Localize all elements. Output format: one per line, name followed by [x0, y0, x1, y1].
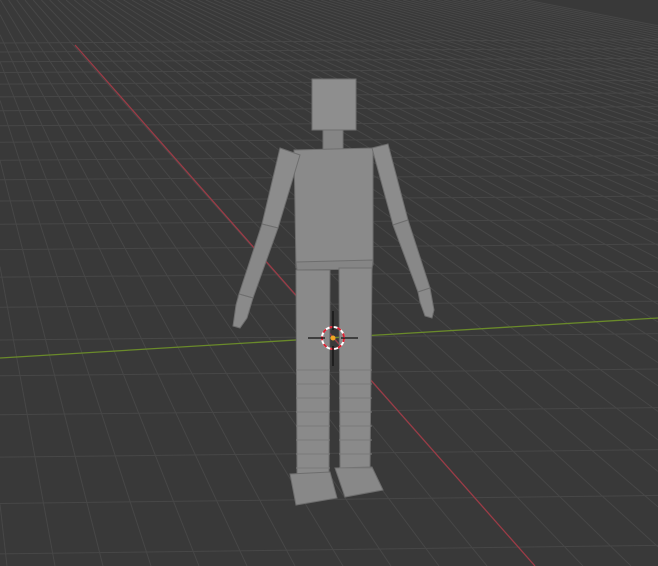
- grid-line: [246, 0, 658, 152]
- hand-right[interactable]: [417, 287, 435, 319]
- grid-line: [0, 100, 152, 566]
- head[interactable]: [311, 78, 357, 131]
- 3d-viewport[interactable]: [0, 0, 658, 566]
- grid-line: [0, 34, 248, 566]
- grid-line: [0, 61, 200, 566]
- grid-line: [443, 0, 658, 50]
- torso[interactable]: [293, 147, 374, 269]
- hand-left[interactable]: [232, 293, 254, 329]
- viewport-canvas[interactable]: [0, 0, 658, 566]
- leg-left[interactable]: [295, 269, 331, 476]
- forearm-right[interactable]: [392, 219, 431, 293]
- foot-right[interactable]: [334, 466, 384, 498]
- grid-line: [180, 0, 658, 223]
- grid-line: [394, 0, 658, 67]
- grid-line: [0, 160, 104, 566]
- grid-line: [90, 0, 658, 412]
- grid-line: [0, 504, 8, 566]
- grid-line: [189, 0, 658, 212]
- foot-left[interactable]: [289, 471, 338, 506]
- grid-line: [0, 266, 56, 566]
- neck[interactable]: [322, 129, 344, 151]
- forearm-left[interactable]: [238, 223, 279, 299]
